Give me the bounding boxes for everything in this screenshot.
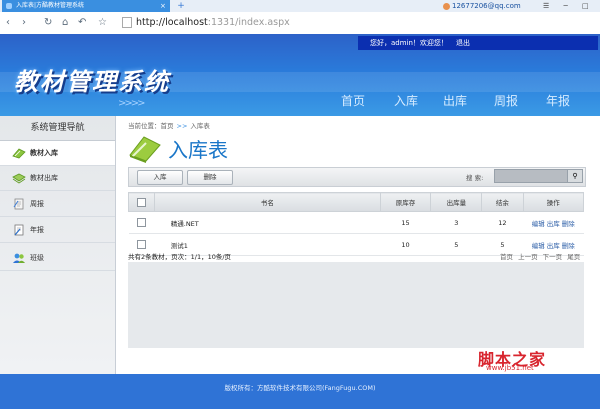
pager-first-link[interactable]: 首页 [500,253,513,261]
sidebar-item-weekly[interactable]: 周报 [0,192,115,217]
address-bar: ‹ › ↻ ⌂ ↶ ☆ [0,12,600,35]
url-path: :1331/index.aspx [207,17,290,28]
browser-user-email: 12677206@qq.com [452,2,521,10]
out-cell: 3 [430,211,482,234]
row-checkbox[interactable] [137,240,147,249]
favorite-star-icon[interactable]: ☆ [98,16,107,30]
balance-cell: 12 [481,211,524,234]
stock-cell: 10 [380,233,431,256]
edit-link[interactable]: 编辑 [532,220,545,228]
table-header-row: 书名 原库存 出库量 结余 操作 [127,192,585,212]
annual-report-icon [14,224,24,236]
book-in-icon [12,148,26,159]
stock-in-table: 书名 原库存 出库量 结余 操作 精通.NET 15 3 12 编辑 出库 删除 测… [127,192,585,256]
select-all-header [127,192,156,212]
stock-out-link[interactable]: 出库 [547,242,560,250]
pager-last-link[interactable]: 尾页 [567,253,580,261]
nav-stock-out[interactable]: 出库 [443,92,467,109]
watermark-url: www.jb51.net [486,364,534,372]
column-header-balance: 结余 [481,192,524,212]
pager: 首页 上一页 下一页 尾页 [497,251,580,261]
search-input[interactable] [494,169,574,183]
browser-tab[interactable]: 入库表|方酷教材管理系统 × [2,0,170,12]
actions-cell: 编辑 出库 删除 [523,211,584,234]
url-host: http://localhost [136,17,208,28]
undo-icon[interactable]: ↶ [78,16,86,30]
new-tab-button[interactable]: + [176,0,186,12]
page-title: 入库表 [168,138,228,162]
browser-tab-title: 入库表|方酷教材管理系统 [16,2,85,9]
search-icon[interactable]: ⚲ [567,169,583,183]
stock-out-link[interactable]: 出库 [547,220,560,228]
site-logo: 教材管理系统 [14,67,170,96]
delete-link[interactable]: 删除 [562,242,575,250]
breadcrumb-separator: >> [176,122,188,130]
sidebar-item-annual[interactable]: 年报 [0,218,115,243]
breadcrumb-current: 入库表 [190,122,210,130]
nav-weekly[interactable]: 周报 [494,92,518,109]
back-icon[interactable]: ‹ [6,16,10,30]
table-row: 精通.NET 15 3 12 编辑 出库 删除 [128,211,584,234]
home-icon[interactable]: ⌂ [62,16,68,30]
pager-info: 共有2条教材，页次：1/1，10条/页 [128,253,232,261]
breadcrumb: 当前位置：首页 >> 入库表 [128,120,210,130]
url-field[interactable]: http://localhost:1331/index.aspx [122,15,290,31]
weekly-report-icon [13,198,24,210]
sidebar-item-label: 年报 [30,226,44,234]
sidebar-item-book-out[interactable]: 教材出库 [0,166,115,191]
column-header-actions: 操作 [522,192,585,212]
column-header-stock: 原库存 [379,192,432,212]
window-controls[interactable]: ☰ ─ □ [543,0,595,12]
logo-arrows-decoration: >>>> [118,98,145,109]
delete-button[interactable]: 删除 [187,170,233,185]
nav-stock-in[interactable]: 入库 [394,92,418,109]
greeting-text: 您好，admin！欢迎您！ [370,39,448,47]
page-icon [122,17,132,28]
book-in-large-icon [129,136,161,163]
page-favicon-icon [6,3,12,9]
row-checkbox[interactable] [137,218,147,227]
close-tab-icon[interactable]: × [160,0,166,12]
column-header-out: 出库量 [430,192,483,212]
column-header-book-name: 书名 [154,192,381,212]
breadcrumb-prefix[interactable]: 当前位置：首页 [128,122,174,130]
logout-link[interactable]: 退出 [456,36,470,50]
user-strip: 您好，admin！欢迎您！ 退出 [358,36,598,50]
stock-cell: 15 [380,211,431,234]
class-group-icon [13,253,25,263]
sidebar-item-class[interactable]: 班级 [0,246,115,271]
book-name-cell: 精通.NET [154,211,381,234]
pager-next-link[interactable]: 下一页 [543,253,563,261]
browser-user[interactable]: 12677206@qq.com [443,0,521,12]
sidebar-item-book-in[interactable]: 教材入库 [0,141,115,166]
row-select-cell [128,211,155,234]
sidebar-item-label: 周报 [30,200,44,208]
delete-link[interactable]: 删除 [562,220,575,228]
copyright-text: 版权所有：方酷软件技术有限公司(FangFugu.COM) [224,384,376,392]
sidebar-item-label: 教材入库 [30,149,58,157]
book-out-icon [12,173,26,184]
select-all-checkbox[interactable] [137,197,147,207]
out-cell: 5 [430,233,482,256]
reload-icon[interactable]: ↻ [44,16,52,30]
stock-in-button[interactable]: 入库 [137,170,183,185]
user-avatar-icon [443,2,450,10]
pager-prev-link[interactable]: 上一页 [518,253,538,261]
sidebar-item-label: 教材出库 [30,174,58,182]
nav-annual[interactable]: 年报 [546,92,570,109]
content-empty-area [128,262,584,348]
nav-home[interactable]: 首页 [341,92,365,109]
sidebar-title: 系统管理导航 [0,116,115,141]
edit-link[interactable]: 编辑 [532,242,545,250]
forward-icon[interactable]: › [22,16,26,30]
sidebar-item-label: 班级 [30,254,44,262]
search-label: 搜 索: [466,174,484,182]
